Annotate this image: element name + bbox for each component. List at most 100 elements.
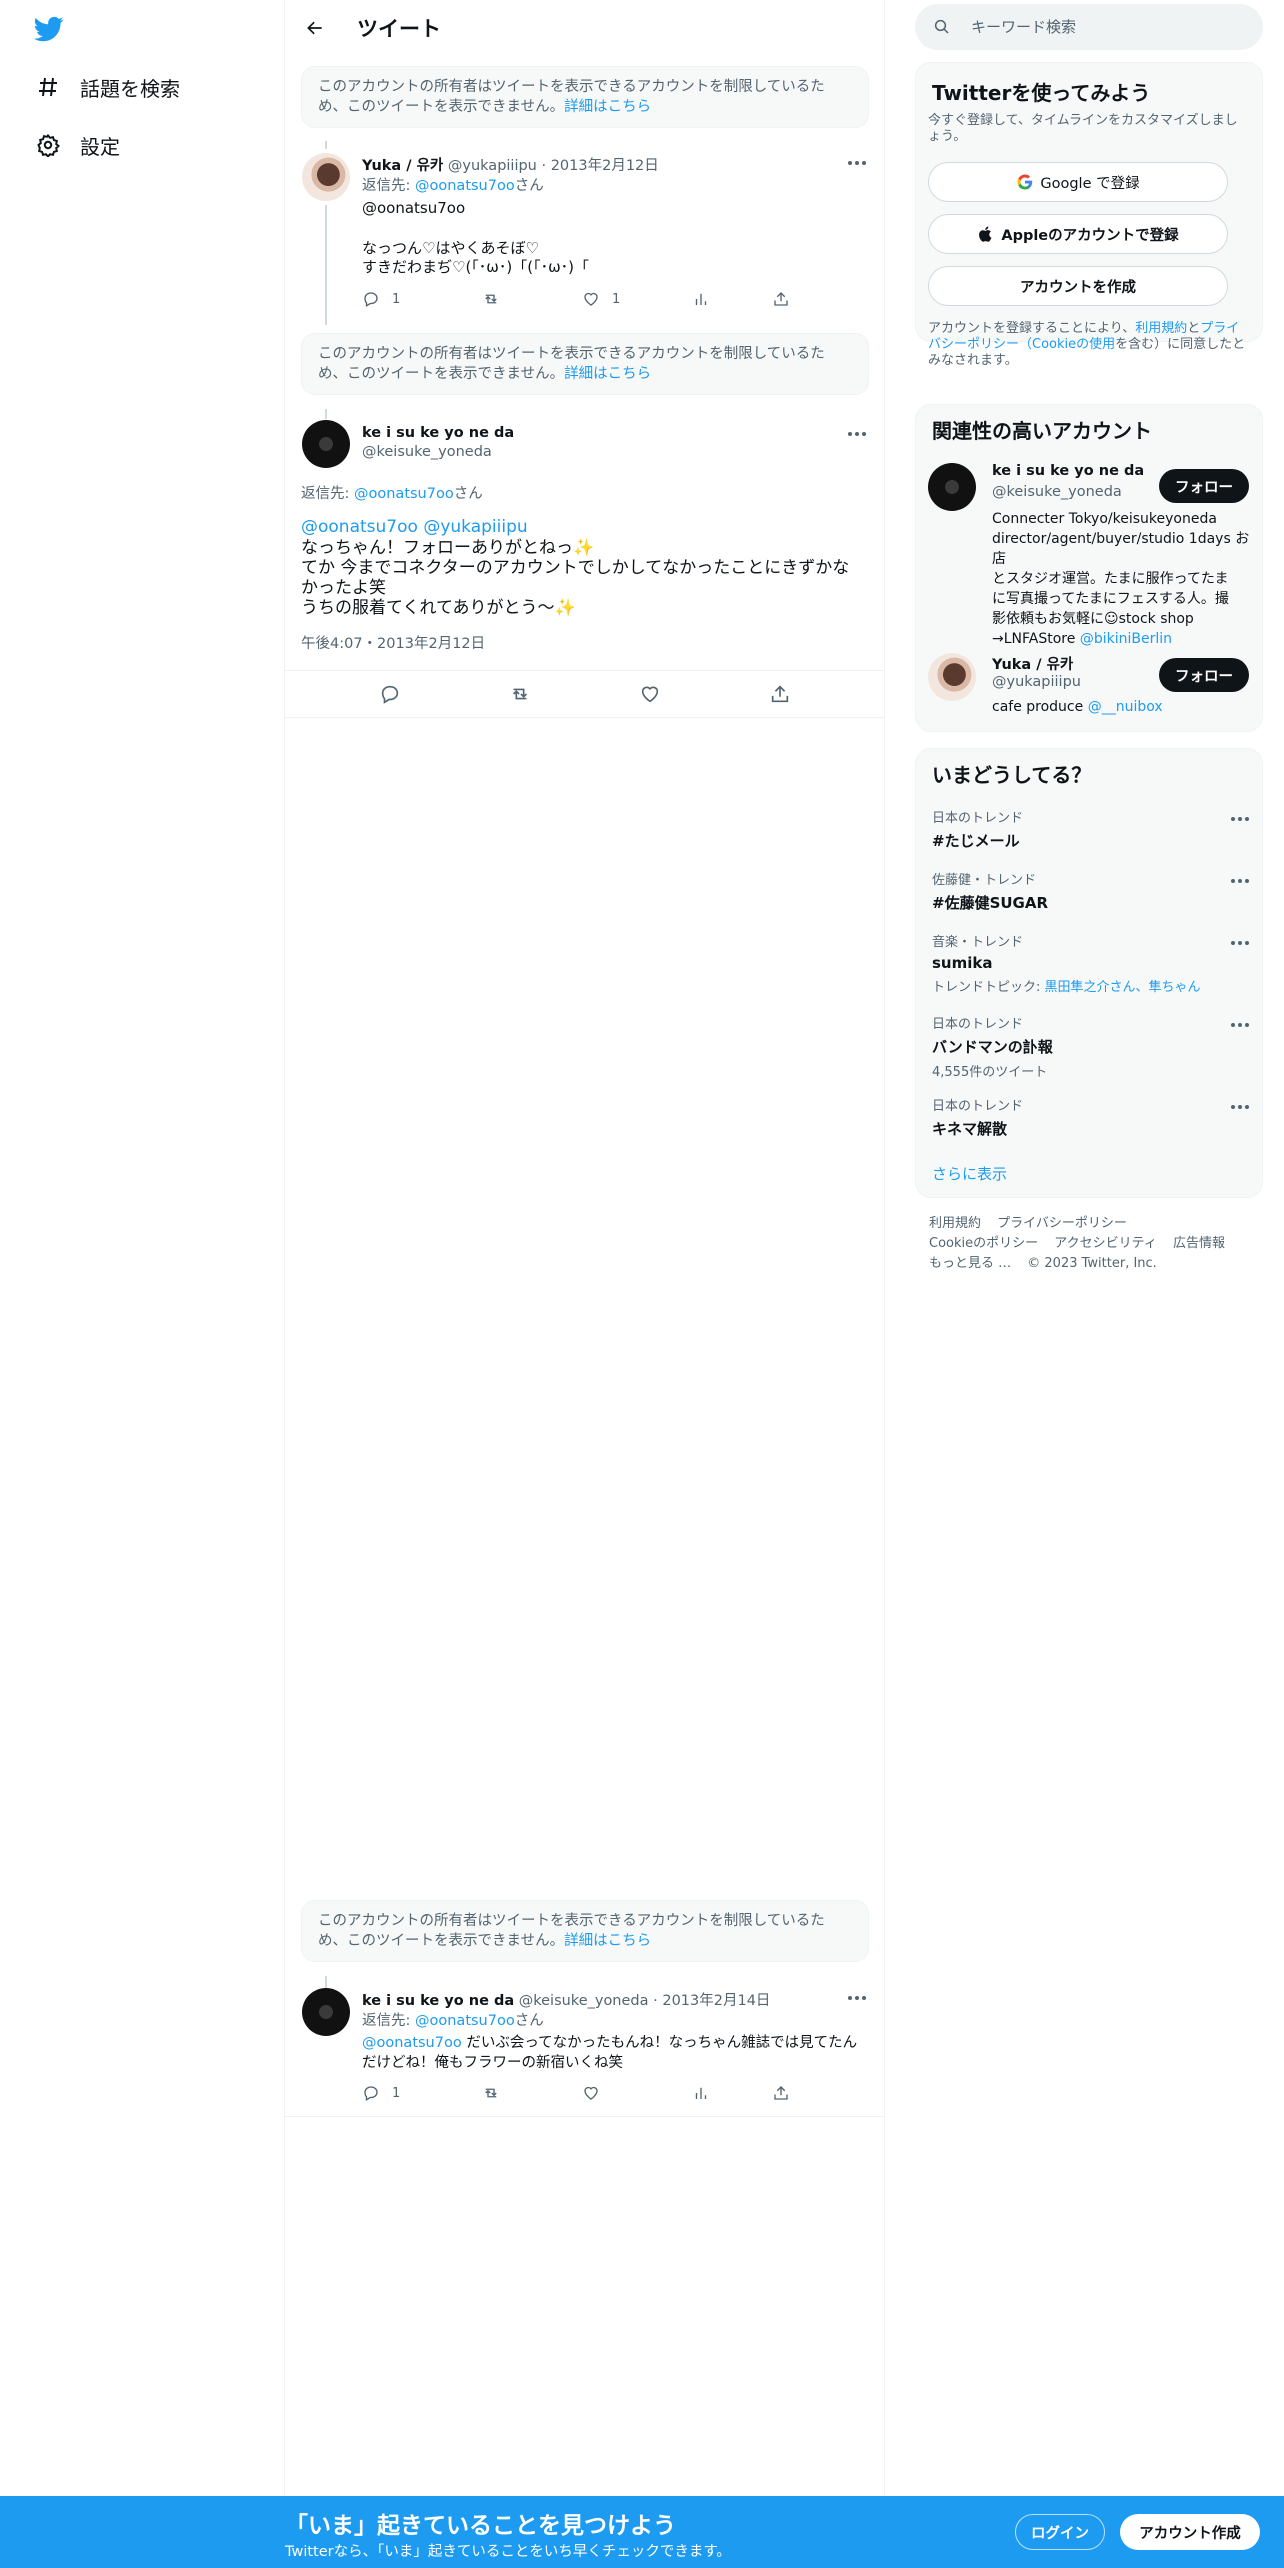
trend-item[interactable]: 佐藤健・トレンド #佐藤健SUGAR — [932, 869, 1248, 913]
twitter-logo-icon[interactable] — [32, 14, 66, 44]
search-input[interactable] — [971, 18, 1231, 36]
trend-item[interactable]: 日本のトレンド キネマ解散 — [932, 1095, 1248, 1139]
footer-more-link[interactable]: もっと見る … — [929, 1256, 1011, 1271]
main-column: ツイート このアカウントの所有者はツイートを表示できるアカウントを制限しているた… — [285, 0, 885, 2500]
like-button[interactable] — [582, 2084, 692, 2102]
author-handle[interactable]: @yukapiiipu — [448, 158, 537, 174]
mention-link[interactable]: @oonatsu7oo — [301, 517, 418, 537]
more-icon[interactable] — [845, 426, 869, 442]
terms-link[interactable]: 利用規約 — [1135, 321, 1187, 336]
author-name[interactable]: ke i su ke yo ne da — [362, 425, 514, 441]
like-button[interactable]: 1 — [582, 290, 692, 308]
share-icon[interactable] — [769, 683, 791, 705]
related-bio: Connecter Tokyo/keisukeyoneda director/a… — [992, 511, 1250, 647]
nav-settings[interactable]: 設定 — [34, 125, 120, 165]
tweet-date[interactable]: 2013年2月12日 — [551, 158, 659, 174]
reply-icon[interactable] — [379, 683, 401, 705]
related-handle[interactable]: @keisuke_yoneda — [992, 484, 1122, 500]
restricted-notice: このアカウントの所有者はツイートを表示できるアカウントを制限しているため、このツ… — [301, 66, 869, 128]
author-name[interactable]: Yuka / 유카 — [362, 158, 443, 174]
footer-terms-link[interactable]: 利用規約 — [929, 1216, 981, 1231]
tweet-text-line: なっちゃん！フォローありがとねっ✨ — [301, 538, 595, 558]
copyright: © 2023 Twitter, Inc. — [1027, 1256, 1157, 1271]
heart-icon[interactable] — [639, 683, 661, 705]
page-title: ツイート — [357, 17, 441, 41]
more-icon[interactable] — [1228, 935, 1252, 951]
reply-button[interactable]: 1 — [362, 290, 482, 308]
reply-to-link[interactable]: @oonatsu7oo — [415, 178, 515, 194]
tweet-actions — [285, 670, 885, 718]
apple-signup-label: Appleのアカウントで登録 — [1001, 227, 1179, 244]
learn-more-link[interactable]: 詳細はこちら — [564, 366, 651, 382]
more-icon[interactable] — [1228, 873, 1252, 889]
follow-button[interactable]: フォロー — [1159, 469, 1249, 503]
tweet-header: Yuka / 유카 @yukapiiipu · 2013年2月12日 — [362, 158, 659, 174]
trend-topic-link[interactable]: 黒田隼之介さん、隼ちゃん — [1045, 980, 1201, 995]
reply-to-link[interactable]: @oonatsu7oo — [415, 2013, 515, 2029]
restricted-notice: このアカウントの所有者はツイートを表示できるアカウントを制限しているため、このツ… — [301, 1900, 869, 1962]
tweet-date[interactable]: 2013年2月14日 — [662, 1993, 770, 2009]
reply-button[interactable]: 1 — [362, 2084, 482, 2102]
more-icon[interactable] — [1228, 811, 1252, 827]
tweet-actions: 1 1 — [362, 290, 790, 308]
footer-accessibility-link[interactable]: アクセシビリティ — [1054, 1236, 1157, 1251]
mention-link[interactable]: @oonatsu7oo — [362, 2035, 462, 2051]
bar-chart-icon — [695, 2087, 707, 2099]
signup-button[interactable]: アカウント作成 — [1120, 2514, 1260, 2550]
related-handle[interactable]: @yukapiiipu — [992, 674, 1081, 690]
retweet-icon[interactable] — [509, 683, 531, 705]
views-button[interactable] — [692, 290, 772, 308]
show-more-link[interactable]: さらに表示 — [932, 1163, 1007, 1184]
learn-more-link[interactable]: 詳細はこちら — [564, 99, 651, 115]
tweet-timestamp[interactable]: 午後4:07・2013年2月12日 — [301, 634, 485, 654]
learn-more-link[interactable]: 詳細はこちら — [564, 1933, 651, 1949]
more-icon[interactable] — [845, 155, 869, 171]
avatar[interactable] — [928, 653, 976, 701]
share-button[interactable] — [772, 2084, 790, 2102]
more-icon[interactable] — [1228, 1099, 1252, 1115]
share-button[interactable] — [772, 290, 790, 308]
back-arrow-icon[interactable] — [299, 12, 331, 44]
author-handle[interactable]: @keisuke_yoneda — [362, 444, 492, 460]
views-button[interactable] — [692, 2084, 772, 2102]
more-icon[interactable] — [845, 1990, 869, 2006]
retweet-button[interactable] — [482, 2084, 582, 2102]
follow-button[interactable]: フォロー — [1159, 658, 1249, 692]
signup-card: Twitterを使ってみよう 今すぐ登録して、タイムラインをカスタマイズしましょ… — [915, 62, 1263, 368]
footer-privacy-link[interactable]: プライバシーポリシー — [997, 1216, 1127, 1231]
google-signup-button[interactable]: Google で登録 — [928, 162, 1228, 202]
reply-to-link[interactable]: @oonatsu7oo — [354, 486, 454, 502]
retweet-icon — [485, 294, 497, 304]
nav-explore[interactable]: 話題を検索 — [34, 67, 180, 107]
related-name[interactable]: Yuka / 유카 — [992, 653, 1073, 674]
login-button[interactable]: ログイン — [1015, 2514, 1105, 2550]
bio-mention-link[interactable]: @bikiniBerlin — [1080, 631, 1172, 647]
bio-mention-link[interactable]: @__nuibox — [1088, 699, 1163, 715]
signup-subtitle: 今すぐ登録して、タイムラインをカスタマイズしましょう。 — [928, 113, 1238, 144]
avatar[interactable] — [302, 153, 350, 201]
create-account-button[interactable]: アカウントを作成 — [928, 266, 1228, 306]
avatar[interactable] — [302, 420, 350, 468]
bar-chart-icon — [695, 293, 707, 305]
trend-item[interactable]: 日本のトレンド #たじメール — [932, 807, 1248, 851]
related-name[interactable]: ke i su ke yo ne da — [992, 463, 1144, 479]
heart-icon — [584, 2086, 598, 2100]
avatar[interactable] — [302, 1988, 350, 2036]
bottom-subtext: Twitterなら、「いま」起きていることをいち早くチェックできます。 — [285, 2544, 731, 2560]
trend-item[interactable]: 音楽・トレンド sumika トレンドトピック: 黒田隼之介さん、隼ちゃん — [932, 931, 1248, 995]
author-handle[interactable]: @keisuke_yoneda — [519, 1993, 649, 2009]
tweet-text-line: てか 今までコネクターのアカウントでしかしてなかったことにきずかな — [301, 558, 850, 578]
trend-item[interactable]: 日本のトレンド バンドマンの訃報 4,555件のツイート — [932, 1013, 1248, 1080]
mentions: @oonatsu7oo @yukapiiipu — [301, 517, 528, 538]
footer-ads-link[interactable]: 広告情報 — [1173, 1236, 1225, 1251]
author-name[interactable]: ke i su ke yo ne da — [362, 1993, 514, 2009]
retweet-button[interactable] — [482, 290, 582, 308]
apple-signup-button[interactable]: Appleのアカウントで登録 — [928, 214, 1228, 254]
mention-link[interactable]: @yukapiiipu — [423, 517, 527, 537]
signup-title: Twitterを使ってみよう — [932, 81, 1151, 105]
avatar[interactable] — [928, 463, 976, 511]
mention-link[interactable]: @oonatsu7oo — [362, 198, 465, 218]
more-icon[interactable] — [1228, 1017, 1252, 1033]
search-box[interactable] — [915, 4, 1263, 50]
footer-cookie-link[interactable]: Cookieのポリシー — [929, 1236, 1038, 1251]
